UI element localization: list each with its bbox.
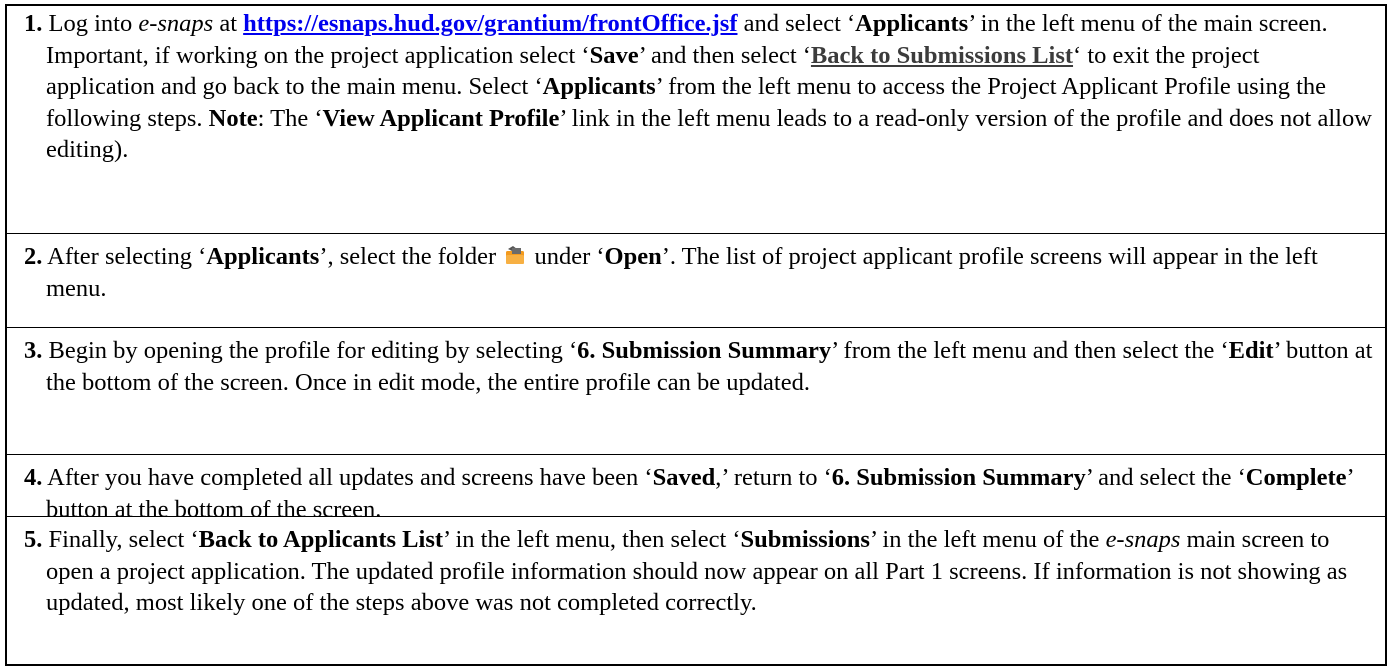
step-number: 2. [24, 243, 43, 270]
step-2: 2. After selecting ‘Applicants’, select … [24, 243, 1318, 302]
esnaps-url-link[interactable]: https://esnaps.hud.gov/grantium/frontOff… [243, 10, 737, 37]
step-number: 5. [24, 526, 43, 553]
step-number: 1. [24, 10, 43, 37]
instructions-box: 1. Log into e-snaps at https://esnaps.hu… [5, 4, 1387, 666]
step-number: 3. [24, 337, 43, 364]
app-name: e-snaps [138, 10, 214, 37]
step-1: 1. Log into e-snaps at https://esnaps.hu… [24, 10, 1372, 164]
divider [7, 516, 1385, 517]
step-5: 5. Finally, select ‘Back to Applicants L… [24, 526, 1348, 617]
back-to-submissions-text: Back to Submissions List [810, 41, 1074, 69]
app-name: e-snaps [1105, 526, 1181, 553]
folder-open-icon [504, 243, 526, 265]
step-number: 4. [24, 464, 43, 491]
divider [7, 454, 1385, 455]
divider [7, 327, 1385, 328]
note-label: Note [208, 104, 258, 132]
divider [7, 233, 1385, 234]
step-3: 3. Begin by opening the profile for edit… [24, 337, 1373, 396]
